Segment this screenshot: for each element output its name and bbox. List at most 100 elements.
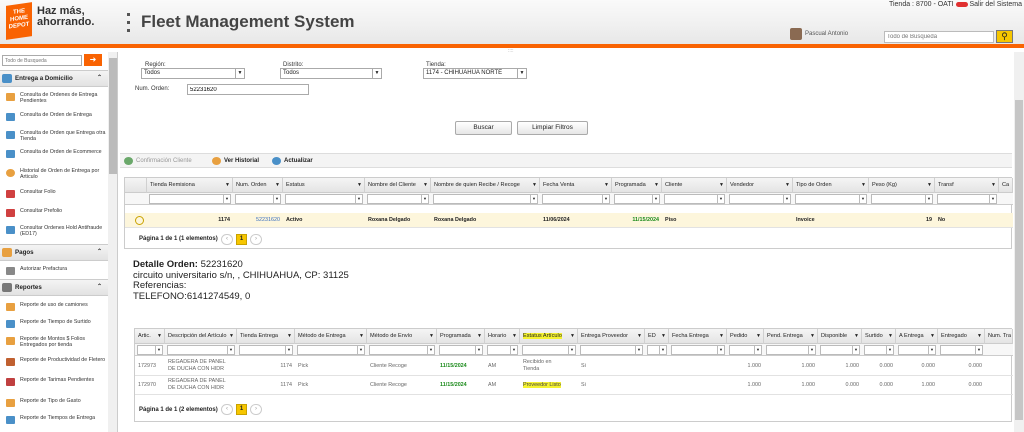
chevron-up-icon[interactable]: ⌃ bbox=[97, 71, 102, 86]
filter-input[interactable]: ▼ bbox=[433, 194, 538, 204]
filter-icon[interactable]: ▼ bbox=[275, 178, 280, 193]
filter-input[interactable]: ▼ bbox=[167, 345, 235, 355]
chevron-down-icon[interactable]: ▼ bbox=[372, 69, 381, 78]
sidebar-item[interactable]: Consulta de Ordenes de Entrega Pendiente… bbox=[0, 92, 108, 104]
filter-icon[interactable]: ▼ bbox=[991, 178, 996, 193]
col-header[interactable]: Método de Entrega ▼ bbox=[295, 329, 367, 344]
col-header[interactable]: Fecha Entrega ▼ bbox=[669, 329, 727, 344]
confirmacion-cliente-button[interactable]: Confirmación Cliente bbox=[124, 156, 192, 166]
chevron-down-icon[interactable]: ▼ bbox=[235, 69, 244, 78]
filter-input[interactable]: ▼ bbox=[729, 194, 791, 204]
filter-icon[interactable]: ▼ bbox=[719, 178, 724, 193]
filter-input[interactable]: ▼ bbox=[664, 194, 725, 204]
sidebar-item[interactable]: Consultar Ordenes Hold Antifraude (ED17) bbox=[0, 225, 108, 237]
filter-input[interactable]: ▼ bbox=[864, 345, 894, 355]
filter-input[interactable]: ▼ bbox=[898, 345, 936, 355]
filter-input[interactable]: ▼ bbox=[671, 345, 725, 355]
filter-input[interactable]: ▼ bbox=[729, 345, 762, 355]
sidebar-item[interactable]: Reporte de Tipo de Gasto bbox=[0, 398, 108, 407]
col-header[interactable]: Tipo de Orden ▼ bbox=[793, 178, 869, 193]
prev-page-icon[interactable]: ‹ bbox=[221, 404, 233, 415]
col-header[interactable]: ED ▼ bbox=[645, 329, 669, 344]
col-header[interactable]: Vendedor ▼ bbox=[727, 178, 793, 193]
col-header[interactable]: Ca bbox=[999, 178, 1013, 193]
sidebar-section-entrega[interactable]: Entrega a Domicilio ⌃ bbox=[0, 70, 108, 87]
sidebar-item[interactable]: Reporte de Productividad de Fletero bbox=[0, 357, 108, 366]
filter-input[interactable]: ▼ bbox=[647, 345, 667, 355]
filter-input[interactable]: ▼ bbox=[795, 194, 867, 204]
sidebar-section-pagos[interactable]: Pagos ⌃ bbox=[0, 244, 108, 261]
filter-input[interactable]: ▼ bbox=[285, 194, 363, 204]
chevron-down-icon[interactable]: ▼ bbox=[517, 69, 526, 78]
filter-input[interactable]: ▼ bbox=[369, 345, 435, 355]
next-page-icon[interactable]: › bbox=[250, 404, 262, 415]
filter-input[interactable]: ▼ bbox=[239, 345, 293, 355]
arrow-right-icon[interactable]: ➜ bbox=[84, 54, 102, 66]
col-header[interactable]: Tienda Entrega ▼ bbox=[237, 329, 295, 344]
chevron-up-icon[interactable]: ⌃ bbox=[97, 245, 102, 260]
global-search-input[interactable] bbox=[884, 31, 994, 43]
limpiar-filtros-button[interactable]: Limpiar Filtros bbox=[517, 121, 588, 135]
filter-input[interactable]: ▼ bbox=[235, 194, 281, 204]
col-header[interactable]: Método de Envío ▼ bbox=[367, 329, 437, 344]
chevron-up-icon[interactable]: ⌃ bbox=[97, 280, 102, 295]
filter-input[interactable]: ▼ bbox=[580, 345, 643, 355]
col-header[interactable]: Entregado ▼ bbox=[938, 329, 985, 344]
prev-page-icon[interactable]: ‹ bbox=[221, 234, 233, 245]
sidebar-item[interactable]: Historial de Orden de Entrega por Articu… bbox=[0, 168, 108, 180]
filter-input[interactable]: ▼ bbox=[137, 345, 163, 355]
filter-input[interactable]: ▼ bbox=[522, 345, 576, 355]
col-header[interactable]: Descripción del Artículo ▼ bbox=[165, 329, 237, 344]
sidebar-item[interactable]: Consulta de Orden de Ecommerce bbox=[0, 149, 108, 158]
col-header[interactable]: Nombre de quien Recibe / Recoge ▼ bbox=[431, 178, 540, 193]
region-select[interactable]: Todos ▼ bbox=[141, 68, 245, 79]
filter-input[interactable]: ▼ bbox=[439, 345, 483, 355]
col-header[interactable]: Nombre del Cliente ▼ bbox=[365, 178, 431, 193]
home-depot-logo[interactable]: THE HOME DEPOT bbox=[6, 2, 32, 40]
filter-icon[interactable]: ▼ bbox=[604, 178, 609, 193]
col-header[interactable]: Num. Orden ▼ bbox=[233, 178, 283, 193]
col-header[interactable]: Programada ▼ bbox=[612, 178, 662, 193]
distrito-select[interactable]: Todos ▼ bbox=[280, 68, 382, 79]
sidebar-item[interactable]: Reporte de Tiempos de Entrega bbox=[0, 415, 108, 424]
sidebar-scroll-thumb[interactable] bbox=[109, 58, 117, 174]
sidebar-item[interactable]: Reporte de uso de camiones bbox=[0, 302, 108, 311]
col-header[interactable]: Num. Tra bbox=[985, 329, 1013, 344]
logout-icon[interactable] bbox=[955, 1, 968, 7]
filter-icon[interactable]: ▼ bbox=[861, 178, 866, 193]
table-row[interactable]: 1174 52231620 Activo Roxana Delgado Roxa… bbox=[125, 213, 1013, 228]
table-row[interactable]: 172973 REGADERA DE PANEL DE DUCHA CON HID… bbox=[135, 357, 1013, 376]
buscar-button[interactable]: Buscar bbox=[455, 121, 512, 135]
sidebar-item[interactable]: Autorizar Prefactura bbox=[0, 266, 108, 275]
filter-input[interactable]: ▼ bbox=[820, 345, 860, 355]
col-header[interactable]: Estatus Artículo ▼ bbox=[520, 329, 578, 344]
col-header[interactable]: Programada ▼ bbox=[437, 329, 485, 344]
filter-icon[interactable]: ▼ bbox=[423, 178, 428, 193]
orden-input[interactable] bbox=[187, 84, 309, 95]
filter-input[interactable]: ▼ bbox=[542, 194, 610, 204]
search-icon[interactable]: ⚲ bbox=[996, 30, 1013, 43]
col-header[interactable]: Horario ▼ bbox=[485, 329, 520, 344]
col-header[interactable]: Fecha Venta ▼ bbox=[540, 178, 612, 193]
filter-input[interactable]: ▼ bbox=[149, 194, 231, 204]
resize-handle[interactable]: :::: bbox=[508, 48, 514, 54]
col-header[interactable]: Pedido ▼ bbox=[727, 329, 764, 344]
sidebar-item[interactable]: Reporte de Tiempo de Surtido bbox=[0, 319, 108, 328]
sidebar-item[interactable]: Reporte de Tarimas Pendientes bbox=[0, 377, 108, 386]
filter-input[interactable]: ▼ bbox=[937, 194, 997, 204]
col-header[interactable]: Peso (Kg) ▼ bbox=[869, 178, 935, 193]
tienda-select[interactable]: 1174 - CHIHUAHUA NORTE ▼ bbox=[423, 68, 527, 79]
filter-input[interactable]: ▼ bbox=[297, 345, 365, 355]
col-header[interactable]: A Entrega ▼ bbox=[896, 329, 938, 344]
filter-icon[interactable]: ▼ bbox=[654, 178, 659, 193]
sidebar-item[interactable]: Reporte de Montos $ Folios Entregados po… bbox=[0, 336, 108, 348]
filter-icon[interactable]: ▼ bbox=[532, 178, 537, 193]
col-header[interactable]: Pend. Entrega ▼ bbox=[764, 329, 818, 344]
filter-icon[interactable]: ▼ bbox=[927, 178, 932, 193]
col-header[interactable]: Tienda Remisiona ▼ bbox=[147, 178, 233, 193]
sidebar-item[interactable]: Consultar Prefolio bbox=[0, 208, 108, 217]
filter-input[interactable]: ▼ bbox=[487, 345, 518, 355]
menu-icon[interactable] bbox=[127, 13, 130, 32]
col-header[interactable]: Cliente ▼ bbox=[662, 178, 727, 193]
col-header[interactable]: Disponible ▼ bbox=[818, 329, 862, 344]
